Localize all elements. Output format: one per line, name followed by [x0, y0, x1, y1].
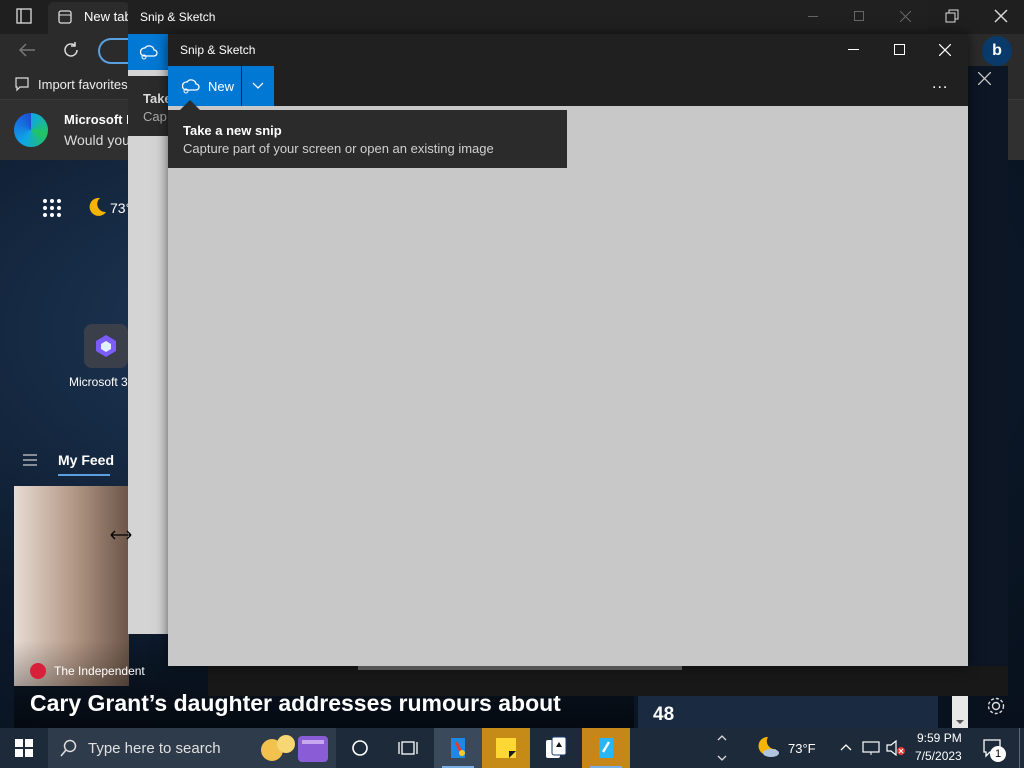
new-snip-dropdown[interactable]: [242, 66, 274, 106]
side-news-number: 48: [653, 704, 675, 725]
independent-logo-icon: [30, 663, 46, 679]
taskbar-snip-sketch-active[interactable]: [582, 728, 630, 768]
new-snip-label: New: [208, 78, 235, 94]
snip-back-new-button[interactable]: [128, 34, 168, 70]
browser-tab[interactable]: New tab: [48, 2, 132, 34]
show-desktop-button[interactable]: [1019, 728, 1024, 768]
snip-back-minimize-icon[interactable]: [808, 16, 818, 17]
new-snip-button[interactable]: New: [168, 66, 241, 106]
news-source: The Independent: [54, 664, 145, 678]
refresh-icon[interactable]: [62, 41, 80, 59]
browser-tab-title: New tab: [84, 9, 132, 24]
clock-time[interactable]: 9:59 PM: [917, 731, 962, 745]
search-icon: [60, 739, 78, 757]
tooltip-title: Take a new snip: [183, 123, 282, 138]
snip-title: Snip & Sketch: [180, 43, 256, 57]
search-placeholder: Type here to search: [88, 739, 221, 757]
snip-toolbar: ...: [168, 66, 968, 106]
cortana-button[interactable]: [336, 728, 384, 768]
resize-cursor-icon: [110, 529, 132, 541]
bing-chat-icon[interactable]: b: [982, 36, 1012, 66]
snip-minimize-icon[interactable]: [848, 49, 859, 50]
network-icon[interactable]: [862, 740, 880, 756]
snip-back-titlebar: Snip & Sketch: [128, 0, 928, 34]
new-snip-tooltip: Take a new snip Capture part of your scr…: [168, 110, 567, 168]
tab-my-feed[interactable]: My Feed: [58, 452, 114, 468]
taskbar-snip-sketch[interactable]: [434, 728, 482, 768]
import-favorites-link[interactable]: Import favorites: [38, 77, 128, 92]
feed-tab-underline: [58, 474, 110, 476]
snip-back-tip-text: Cap: [143, 109, 167, 124]
snip-back-close-icon[interactable]: [900, 11, 911, 22]
snip-titlebar: Snip & Sketch: [168, 34, 968, 66]
volume-muted-icon[interactable]: [886, 740, 906, 756]
window-shadow-bottom: [208, 666, 1008, 696]
snip-back-new-icon: [140, 44, 158, 60]
apps-launcher-icon[interactable]: [42, 198, 62, 218]
tooltip-arrow: [180, 100, 200, 110]
restore-icon[interactable]: [944, 8, 960, 24]
app-tile-icon[interactable]: [84, 324, 128, 368]
taskbar-weather-temp[interactable]: 73°F: [788, 741, 816, 756]
new-snip-icon: [182, 78, 200, 94]
clock-date[interactable]: 7/5/2023: [915, 749, 962, 763]
snip-horizontal-scrollbar[interactable]: [358, 666, 682, 670]
moon-weather-icon[interactable]: [754, 735, 780, 759]
new-tab-icon: [58, 10, 72, 24]
task-view-button[interactable]: [384, 728, 432, 768]
infobar-title: Microsoft E: [64, 112, 135, 127]
taskbar-sticky-notes[interactable]: [482, 728, 530, 768]
back-icon[interactable]: [18, 42, 36, 58]
edge-logo-icon: [14, 113, 48, 147]
import-favorites-icon: [14, 76, 30, 92]
snip-back-tooltip: Take Cap: [128, 76, 172, 136]
app-tile-label: Microsoft 3: [69, 375, 128, 389]
infobar-message: Would you: [64, 132, 130, 148]
menu-icon[interactable]: [22, 454, 38, 466]
search-highlight-icon[interactable]: [258, 730, 332, 766]
show-hidden-icons-icon[interactable]: [840, 742, 852, 752]
snip-back-maximize-icon[interactable]: [854, 11, 864, 21]
feed-scrollbar[interactable]: [952, 696, 968, 728]
windows-logo-icon: [15, 739, 33, 757]
taskbar-solitaire[interactable]: [532, 728, 580, 768]
more-options-button[interactable]: ...: [932, 75, 948, 93]
window-shadow-right: [968, 66, 1008, 696]
tab-actions-icon[interactable]: [16, 8, 32, 24]
notification-badge: 1: [990, 746, 1006, 762]
snip-maximize-icon[interactable]: [894, 44, 905, 55]
moon-weather-icon: [86, 196, 108, 218]
snip-close-icon[interactable]: [939, 44, 951, 56]
snip-back-title: Snip & Sketch: [140, 10, 216, 24]
start-button[interactable]: [0, 728, 48, 768]
browser-close-icon[interactable]: [994, 9, 1008, 23]
chevron-down-icon: [252, 82, 264, 90]
tooltip-description: Capture part of your screen or open an e…: [183, 141, 494, 156]
tray-scroll-icon[interactable]: [716, 730, 728, 766]
settings-gear-icon[interactable]: [986, 696, 1006, 716]
panel-close-icon[interactable]: [978, 72, 991, 85]
